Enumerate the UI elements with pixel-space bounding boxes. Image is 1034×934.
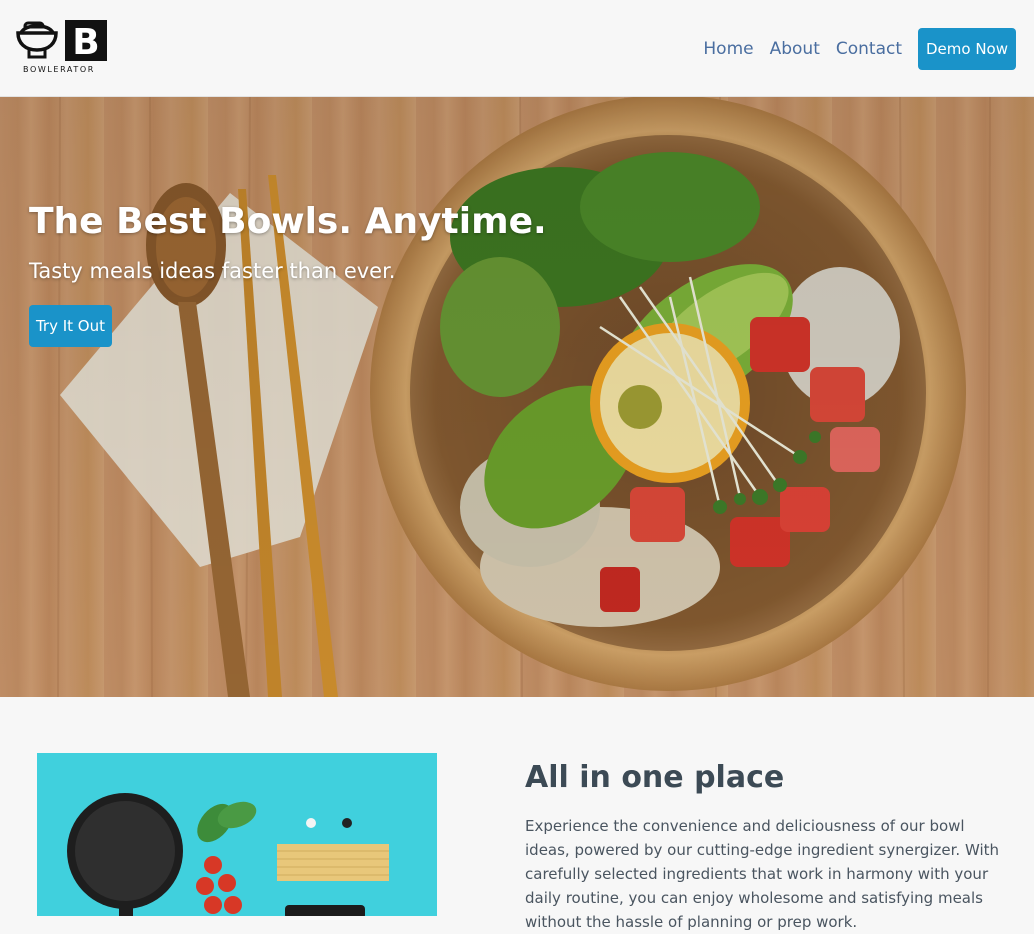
bowl-icon: B xyxy=(16,20,107,63)
logo-letter: B xyxy=(72,22,99,63)
demo-now-button[interactable]: Demo Now xyxy=(918,28,1016,70)
nav-link-about[interactable]: About xyxy=(770,28,820,70)
nav-menu: Home About Contact Demo Now xyxy=(703,28,1016,70)
nav-link-contact[interactable]: Contact xyxy=(836,28,902,70)
try-it-out-button[interactable]: Try It Out xyxy=(29,305,112,347)
brand-name: BOWLERATOR xyxy=(23,65,95,74)
feature-title: All in one place xyxy=(525,760,785,795)
feature-description: Experience the convenience and delicious… xyxy=(525,817,1000,931)
hero-subtitle: Tasty meals ideas faster than ever. xyxy=(29,259,396,283)
hero-section: The Best Bowls. Anytime. Tasty meals ide… xyxy=(0,97,1034,697)
hero-background-image xyxy=(0,97,1034,697)
feature-image xyxy=(37,753,437,916)
brand-logo[interactable]: B BOWLERATOR xyxy=(15,19,109,75)
navbar: B BOWLERATOR Home About Contact Demo Now xyxy=(0,0,1034,97)
hero-title: The Best Bowls. Anytime. xyxy=(29,201,547,242)
nav-link-home[interactable]: Home xyxy=(703,28,753,70)
